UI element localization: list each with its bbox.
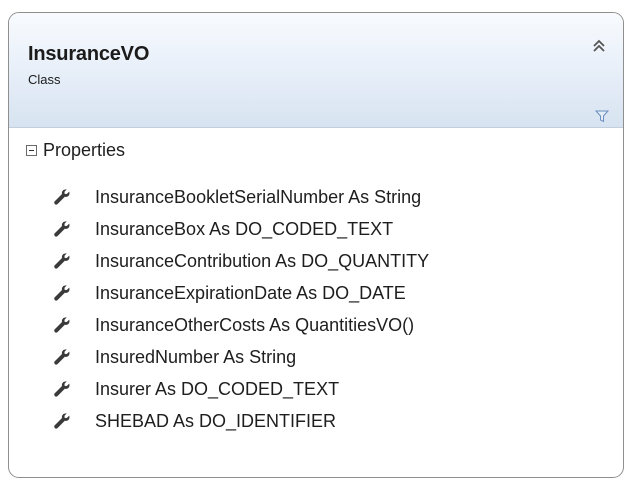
list-item[interactable]: InsuranceContribution As DO_QUANTITY [53,245,429,277]
wrench-icon [54,221,70,237]
list-item[interactable]: InsuranceExpirationDate As DO_DATE [53,277,429,309]
property-text: InsuranceContribution As DO_QUANTITY [95,250,430,271]
section-header-properties[interactable]: Properties [26,138,125,162]
class-stereotype: Class [28,72,61,87]
wrench-icon [54,285,70,301]
class-header[interactable]: InsuranceVO Class [9,13,623,128]
property-text: InsuranceBookletSerialNumber As String [95,186,422,207]
property-text: Insurer As DO_CODED_TEXT [95,378,340,399]
property-text: SHEBAD As DO_IDENTIFIER [95,410,337,431]
filter-icon[interactable] [595,109,609,123]
property-text: InsuredNumber As String [95,346,297,367]
wrench-icon [54,381,70,397]
wrench-icon [54,317,70,333]
property-text: InsuranceBox As DO_CODED_TEXT [95,218,394,239]
list-item[interactable]: InsuranceOtherCosts As QuantitiesVO() [53,309,429,341]
wrench-icon [54,253,70,269]
list-item[interactable]: InsuranceBookletSerialNumber As String [53,181,429,213]
list-item[interactable]: Insurer As DO_CODED_TEXT [53,373,429,405]
wrench-icon [54,413,70,429]
list-item[interactable]: InsuranceBox As DO_CODED_TEXT [53,213,429,245]
property-text: InsuranceOtherCosts As QuantitiesVO() [95,314,415,335]
class-name: InsuranceVO [28,43,150,65]
list-item[interactable]: SHEBAD As DO_IDENTIFIER [53,405,429,437]
property-text: InsuranceExpirationDate As DO_DATE [95,282,406,303]
list-item[interactable]: InsuredNumber As String [53,341,429,373]
minus-box-icon[interactable] [26,144,37,156]
section-label: Properties [43,139,126,160]
class-shape[interactable]: InsuranceVO Class Properties InsuranceBo… [8,12,624,478]
properties-list: InsuranceBookletSerialNumber As String I… [53,181,429,437]
wrench-icon [54,189,70,205]
double-chevron-up-icon[interactable] [590,37,608,55]
wrench-icon [54,349,70,365]
